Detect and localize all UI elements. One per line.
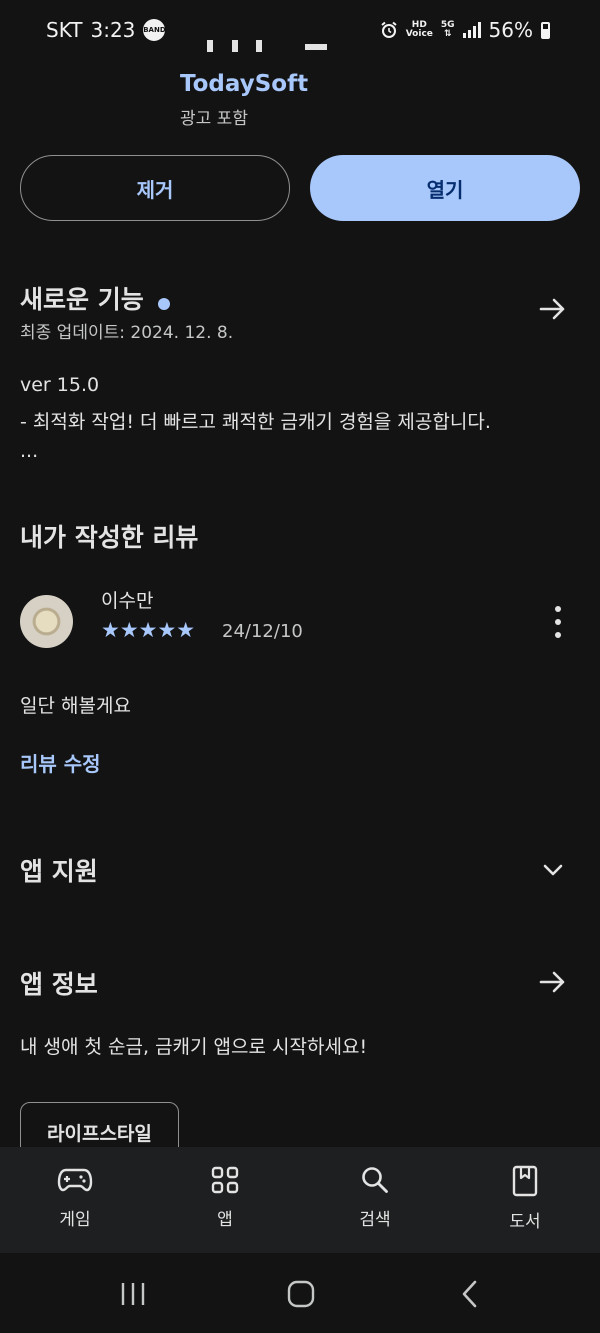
home-icon[interactable]: [286, 1280, 316, 1308]
signal-icon: [462, 22, 481, 38]
version-label: ver 15.0: [20, 374, 100, 396]
nav-item-games[interactable]: 게임: [25, 1165, 125, 1230]
more-options-icon[interactable]: [548, 606, 568, 638]
about-description: 내 생애 첫 순금, 금캐기 앱으로 시작하세요!: [20, 1036, 368, 1058]
system-navigation-bar: [0, 1253, 600, 1333]
nav-item-apps[interactable]: 앱: [175, 1165, 275, 1230]
voice-label: Voice: [405, 29, 433, 39]
nav-label-apps: 앱: [217, 1210, 233, 1230]
about-title[interactable]: 앱 정보: [20, 965, 98, 1001]
my-review-title: 내가 작성한 리뷰: [20, 523, 199, 552]
recent-apps-icon[interactable]: [118, 1281, 148, 1307]
network-type-icon: 5G ⇅: [441, 21, 455, 39]
apps-grid-icon: [211, 1166, 239, 1194]
hd-voice-icon: HD Voice: [406, 21, 433, 39]
ads-notice: 광고 포함: [180, 109, 248, 129]
band-notification-icon: BAND: [143, 19, 166, 41]
status-bar: SKT 3:23 BAND HD Voice 5G ⇅ 56%: [0, 0, 600, 62]
star-rating-icon: ★★★★★: [101, 618, 196, 642]
new-indicator-dot: [157, 297, 170, 310]
whats-new-header[interactable]: 새로운 기능: [20, 280, 170, 316]
clock: 3:23: [90, 18, 136, 42]
update-more: ...: [20, 440, 39, 462]
nav-item-search[interactable]: 검색: [325, 1165, 425, 1230]
alarm-icon: [381, 21, 397, 38]
chevron-down-icon[interactable]: [540, 857, 566, 883]
app-title-fragment: [207, 40, 213, 52]
book-icon: [512, 1165, 538, 1197]
app-support-title[interactable]: 앱 지원: [20, 852, 98, 888]
review-date: 24/12/10: [222, 621, 303, 642]
update-note: - 최적화 작업! 더 빠르고 쾌적한 금캐기 경험을 제공합니다.: [20, 411, 491, 433]
search-icon: [362, 1167, 388, 1193]
carrier-label: SKT: [46, 18, 83, 42]
whats-new-title: 새로운 기능: [20, 285, 144, 314]
edit-review-link[interactable]: 리뷰 수정: [20, 748, 101, 777]
bottom-navigation: 게임 앱 검색 도서: [0, 1147, 600, 1253]
app-title-fragment: [305, 44, 327, 50]
review-text: 일단 해볼게요: [20, 695, 131, 717]
battery-percent: 56%: [488, 18, 533, 42]
arrow-right-icon[interactable]: [537, 966, 569, 998]
app-title-fragment: [232, 40, 238, 52]
nav-label-books: 도서: [509, 1212, 541, 1232]
last-updated: 최종 업데이트: 2024. 12. 8.: [20, 323, 234, 343]
back-icon[interactable]: [458, 1280, 482, 1308]
open-button[interactable]: 열기: [310, 155, 580, 221]
app-title-fragment: [256, 40, 262, 52]
arrow-right-icon[interactable]: [537, 293, 569, 325]
uninstall-button[interactable]: 제거: [20, 155, 290, 221]
status-right: HD Voice 5G ⇅ 56%: [380, 18, 550, 42]
gamepad-icon: [57, 1168, 93, 1192]
nav-label-games: 게임: [59, 1210, 91, 1230]
nav-label-search: 검색: [359, 1210, 391, 1230]
data-arrows-icon: ⇅: [443, 29, 452, 39]
developer-link[interactable]: TodaySoft: [180, 71, 308, 97]
status-left: SKT 3:23 BAND: [46, 18, 166, 42]
battery-icon: [541, 21, 550, 39]
review-author: 이수만: [101, 590, 154, 612]
nav-item-books[interactable]: 도서: [475, 1165, 575, 1232]
avatar: [20, 595, 73, 648]
